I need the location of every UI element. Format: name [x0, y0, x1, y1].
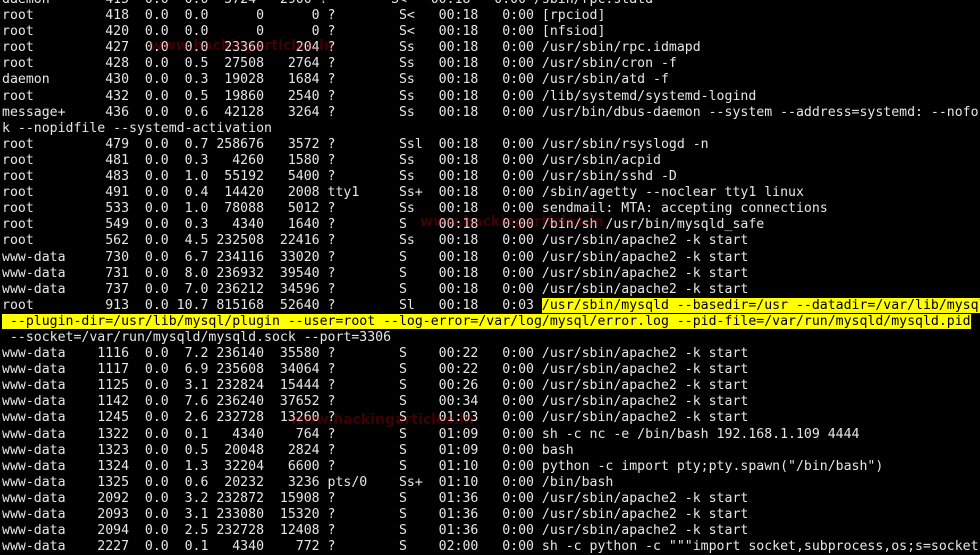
line-text: www-data 1142 0.0 7.6 236240 37652 ? S 0…: [2, 394, 749, 410]
terminal-line: www-data 2092 0.0 3.2 232872 15908 ? S 0…: [2, 491, 980, 507]
terminal-line: www-data 1245 0.0 2.6 232728 13260 ? S 0…: [2, 410, 980, 426]
line-text: www-data 1116 0.0 7.2 236140 35580 ? S 0…: [2, 346, 749, 362]
line-text: root 913 0.0 10.7 815168 52640 ? Sl 00:1…: [2, 297, 542, 313]
line-text: root 428 0.0 0.5 27508 2764 ? Ss 00:18 0…: [2, 56, 677, 72]
line-text: root 533 0.0 1.0 78088 5012 ? Ss 00:18 0…: [2, 201, 828, 217]
line-text: root 432 0.0 0.5 19860 2540 ? Ss 00:18 0…: [2, 88, 757, 104]
terminal-line: root 549 0.0 0.3 4340 1640 ? S 00:18 0:0…: [2, 217, 980, 233]
terminal-line: root 483 0.0 1.0 55192 5400 ? Ss 00:18 0…: [2, 169, 980, 185]
terminal-line: root 427 0.0 0.0 23360 204 ? Ss 00:18 0:…: [2, 40, 980, 56]
terminal-line: www-data 1117 0.0 6.9 235608 34064 ? S 0…: [2, 362, 980, 378]
line-text: root 483 0.0 1.0 55192 5400 ? Ss 00:18 0…: [2, 169, 677, 185]
terminal-line: root 428 0.0 0.5 27508 2764 ? Ss 00:18 0…: [2, 56, 980, 72]
highlighted-selection[interactable]: /usr/sbin/mysqld --basedir=/usr --datadi…: [541, 297, 980, 313]
line-text: www-data 1245 0.0 2.6 232728 13260 ? S 0…: [2, 410, 749, 426]
terminal-line: www-data 2094 0.0 2.5 232728 12408 ? S 0…: [2, 523, 980, 539]
terminal-line: root 418 0.0 0.0 0 0 ? S< 00:18 0:00 [rp…: [2, 8, 980, 24]
terminal-line: k --nopidfile --systemd-activation: [2, 121, 980, 137]
terminal-line: www-data 1322 0.0 0.1 4340 764 ? S 01:09…: [2, 427, 980, 443]
line-text: root 418 0.0 0.0 0 0 ? S< 00:18 0:00 [rp…: [2, 8, 606, 24]
terminal-line: www-data 2093 0.0 3.1 233080 15320 ? S 0…: [2, 507, 980, 523]
terminal-line: www-data 731 0.0 8.0 236932 39540 ? S 00…: [2, 266, 980, 282]
line-text: www-data 1324 0.0 1.3 32204 6600 ? S 01:…: [2, 458, 884, 474]
line-text: www-data 730 0.0 6.7 234116 33020 ? S 00…: [2, 249, 749, 265]
line-text: --socket=/var/run/mysqld/mysqld.sock --p…: [2, 329, 392, 345]
line-text: www-data 1325 0.0 0.6 20232 3236 pts/0 S…: [2, 474, 614, 490]
line-text: k --nopidfile --systemd-activation: [2, 120, 272, 136]
terminal-line: root 491 0.0 0.4 14420 2008 tty1 Ss+ 00:…: [2, 185, 980, 201]
line-text: www-data 1322 0.0 0.1 4340 764 ? S 01:09…: [2, 426, 860, 442]
terminal-line: www-data 730 0.0 6.7 234116 33020 ? S 00…: [2, 250, 980, 266]
line-text: root 479 0.0 0.7 258676 3572 ? Ssl 00:18…: [2, 136, 709, 152]
line-text: www-data 2093 0.0 3.1 233080 15320 ? S 0…: [2, 507, 749, 522]
terminal-line: www-data 2227 0.0 0.1 4340 772 ? S 02:00…: [2, 539, 980, 555]
line-text: root 427 0.0 0.0 23360 204 ? Ss 00:18 0:…: [2, 40, 701, 56]
terminal-line: www-data 1142 0.0 7.6 236240 37652 ? S 0…: [2, 394, 980, 410]
terminal-line: root 562 0.0 4.5 232508 22416 ? Ss 00:18…: [2, 233, 980, 249]
terminal-line: www-data 1324 0.0 1.3 32204 6600 ? S 01:…: [2, 459, 980, 475]
line-text: www-data 1323 0.0 0.5 20048 2824 ? S 01:…: [2, 442, 574, 458]
terminal-line: root 432 0.0 0.5 19860 2540 ? Ss 00:18 0…: [2, 89, 980, 105]
line-text: www-data 2094 0.0 2.5 232728 12408 ? S 0…: [2, 523, 749, 539]
line-text: message+ 436 0.0 0.6 42128 3264 ? Ss 00:…: [2, 104, 980, 120]
terminal-line: daemon 415 0.0 0.0 5724 2900 ? S< 00:18 …: [2, 0, 980, 8]
line-text: root 549 0.0 0.3 4340 1640 ? S 00:18 0:0…: [2, 217, 765, 233]
line-text: www-data 1125 0.0 3.1 232824 15444 ? S 0…: [2, 378, 749, 394]
line-text: www-data 1117 0.0 6.9 235608 34064 ? S 0…: [2, 362, 749, 378]
terminal-line: root 913 0.0 10.7 815168 52640 ? Sl 00:1…: [2, 297, 980, 314]
line-text: root 491 0.0 0.4 14420 2008 tty1 Ss+ 00:…: [2, 185, 804, 201]
terminal-line: --socket=/var/run/mysqld/mysqld.sock --p…: [2, 330, 980, 346]
line-text: www-data 731 0.0 8.0 236932 39540 ? S 00…: [2, 265, 749, 281]
line-text: daemon 415 0.0 0.0 5724 2900 ? S< 00:18 …: [2, 0, 653, 7]
terminal-line: www-data 1325 0.0 0.6 20232 3236 pts/0 S…: [2, 475, 980, 491]
terminal-line: root 479 0.0 0.7 258676 3572 ? Ssl 00:18…: [2, 137, 980, 153]
terminal-line: www-data 1125 0.0 3.1 232824 15444 ? S 0…: [2, 378, 980, 394]
line-text: root 562 0.0 4.5 232508 22416 ? Ss 00:18…: [2, 233, 749, 249]
terminal-line: root 533 0.0 1.0 78088 5012 ? Ss 00:18 0…: [2, 201, 980, 217]
terminal-line: root 481 0.0 0.3 4260 1580 ? Ss 00:18 0:…: [2, 153, 980, 169]
terminal-line: --plugin-dir=/usr/lib/mysql/plugin --use…: [2, 313, 980, 330]
line-text: www-data 2092 0.0 3.2 232872 15908 ? S 0…: [2, 490, 749, 506]
line-text: www-data 2227 0.0 0.1 4340 772 ? S 02:00…: [2, 539, 979, 555]
terminal-line: root 420 0.0 0.0 0 0 ? S< 00:18 0:00 [nf…: [2, 24, 980, 40]
terminal-line: message+ 436 0.0 0.6 42128 3264 ? Ss 00:…: [2, 105, 980, 121]
terminal-line: www-data 1323 0.0 0.5 20048 2824 ? S 01:…: [2, 443, 980, 459]
terminal-line: www-data 737 0.0 7.0 236212 34596 ? S 00…: [2, 282, 980, 298]
highlighted-selection[interactable]: --plugin-dir=/usr/lib/mysql/plugin --use…: [2, 313, 971, 329]
line-text: root 481 0.0 0.3 4260 1580 ? Ss 00:18 0:…: [2, 152, 661, 168]
line-text: root 420 0.0 0.0 0 0 ? S< 00:18 0:00 [nf…: [2, 24, 606, 40]
terminal-output[interactable]: daemon 415 0.0 0.0 5724 2900 ? S< 00:18 …: [2, 0, 980, 555]
terminal-line: www-data 1116 0.0 7.2 236140 35580 ? S 0…: [2, 346, 980, 362]
terminal-line: daemon 430 0.0 0.3 19028 1684 ? Ss 00:18…: [2, 72, 980, 88]
line-text: daemon 430 0.0 0.3 19028 1684 ? Ss 00:18…: [2, 72, 669, 88]
line-text: www-data 737 0.0 7.0 236212 34596 ? S 00…: [2, 281, 749, 297]
